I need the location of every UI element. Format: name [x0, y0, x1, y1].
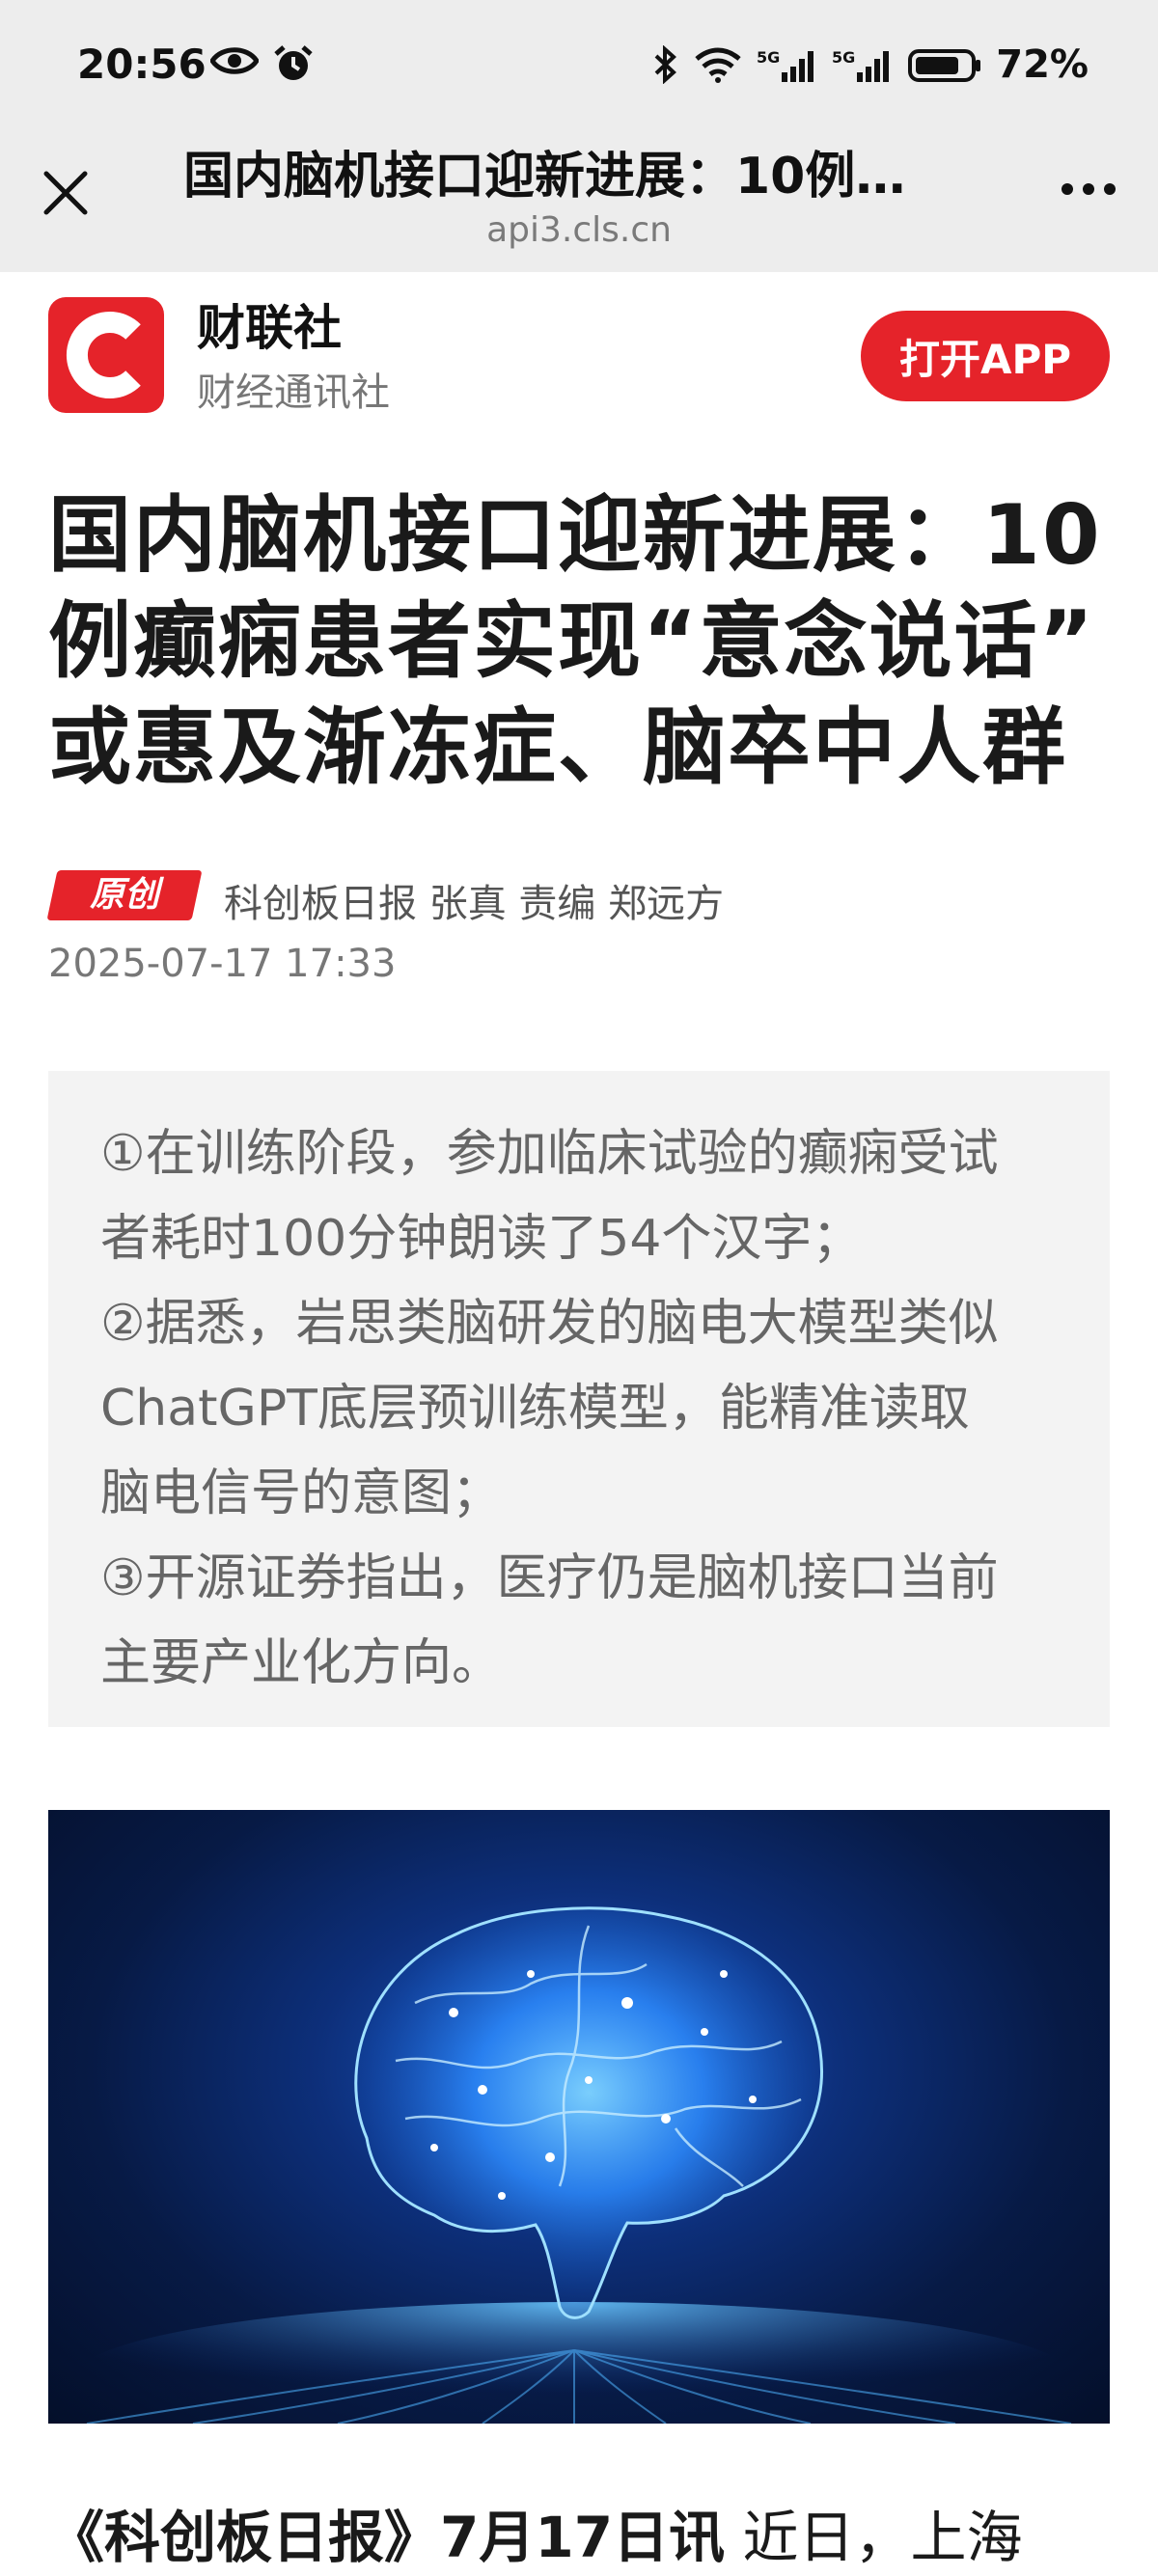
summary-text: ①在训练阶段，参加临床试验的癫痫受试 者耗时100分钟朗读了54个汉字； ②据悉… — [100, 1111, 1065, 1706]
more-dot-icon — [1104, 183, 1116, 195]
original-badge: 原创 — [89, 875, 159, 915]
article-title-line: 例癫痫患者实现“意念说话” — [48, 593, 1096, 690]
lead-dateline: 《科创板日报》7月17日讯 — [48, 2505, 726, 2570]
article-date: 2025-07-17 17:33 — [48, 942, 397, 986]
status-left-icons — [210, 44, 315, 83]
page-title: 国内脑机接口迎新进展：10例… — [183, 148, 906, 206]
more-dot-icon — [1083, 183, 1094, 195]
lead-text: 近日，上海 — [725, 2505, 1023, 2570]
more-menu-button[interactable] — [1062, 183, 1116, 195]
hero-image[interactable] — [48, 1810, 1110, 2424]
article-source: 科创板日报 张真 责编 郑远方 — [224, 882, 725, 926]
brand-logo[interactable] — [48, 297, 164, 413]
eye-icon — [210, 47, 259, 74]
brand-bar: 财联社 财经通讯社 打开APP — [0, 272, 1158, 436]
lead-paragraph: 《科创板日报》7月17日讯 近日，上海 — [48, 2499, 1119, 2576]
brand-subtitle: 财经通讯社 — [197, 370, 390, 415]
article-title: 国内脑机接口迎新进展：10 例癫痫患者实现“意念说话” 或惠及渐冻症、脑卒中人群 — [48, 482, 1119, 801]
brain-illustration-icon — [72, 1906, 1076, 2424]
svg-text:5G: 5G — [757, 48, 780, 67]
summary-line: ChatGPT底层预训练模型，能精准读取 — [100, 1380, 970, 1438]
status-right: 5G 5G 72% — [652, 42, 1089, 87]
more-dot-icon — [1062, 183, 1073, 195]
battery-icon — [908, 49, 981, 82]
summary-box: ①在训练阶段，参加临床试验的癫痫受试 者耗时100分钟朗读了54个汉字； ②据悉… — [48, 1071, 1110, 1727]
summary-line: 者耗时100分钟朗读了54个汉字； — [100, 1210, 863, 1268]
bluetooth-icon — [654, 45, 677, 84]
page-url: api3.cls.cn — [486, 210, 672, 250]
signal-5g-icon: 5G — [757, 48, 814, 82]
status-bar: 20:56 5G 5G 72% — [0, 0, 1158, 135]
svg-text:5G: 5G — [832, 48, 855, 67]
summary-line: 主要产业化方向。 — [100, 1634, 503, 1692]
article-title-line: 国内脑机接口迎新进展：10 — [48, 487, 1102, 584]
summary-line: ①在训练阶段，参加临床试验的癫痫受试 — [100, 1125, 999, 1183]
browser-chrome: 20:56 5G 5G 72% 国内脑机接口迎新进展：10例… api3.cls… — [0, 0, 1158, 272]
nav-bar: 国内脑机接口迎新进展：10例… api3.cls.cn — [0, 125, 1158, 272]
summary-line: ③开源证券指出，医疗仍是脑机接口当前 — [100, 1549, 999, 1607]
open-app-button[interactable]: 打开APP — [861, 311, 1110, 401]
brand-name: 财联社 — [197, 300, 342, 356]
signal-5g-icon: 5G — [832, 48, 890, 82]
status-time: 20:56 — [77, 41, 207, 88]
summary-line: ②据悉，岩思类脑研发的脑电大模型类似 — [100, 1295, 999, 1353]
battery-percent: 72% — [996, 42, 1089, 87]
article-title-line: 或惠及渐冻症、脑卒中人群 — [48, 699, 1067, 796]
cls-logo-icon — [67, 312, 141, 398]
wifi-icon — [695, 47, 741, 83]
alarm-icon — [274, 45, 313, 80]
summary-line: 脑电信号的意图； — [100, 1465, 503, 1522]
